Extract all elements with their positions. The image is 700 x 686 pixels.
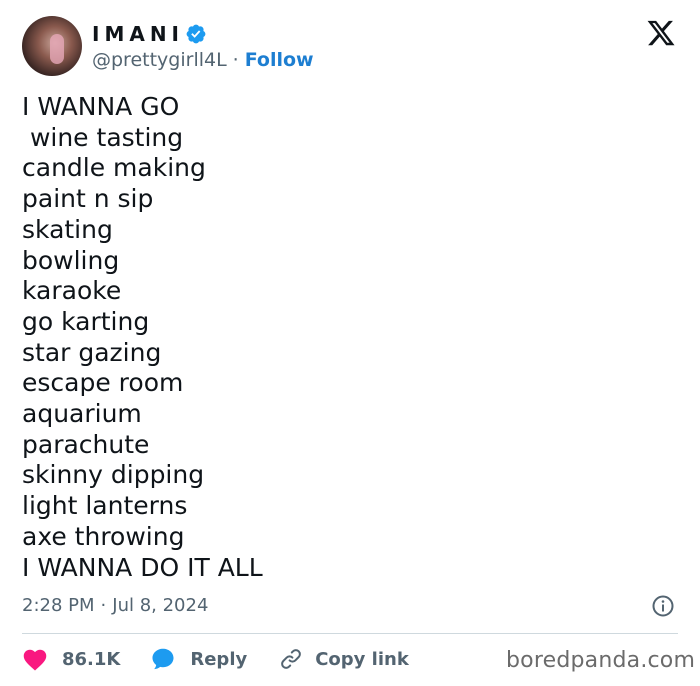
- tweet-line: candle making: [22, 153, 206, 183]
- tweet-line: karaoke: [22, 276, 122, 306]
- tweet-line: axe throwing: [22, 521, 185, 551]
- link-icon: [281, 649, 302, 669]
- tweet-time: 2:28 PM: [22, 595, 95, 616]
- tweet-line: aquarium: [22, 399, 142, 429]
- tweet-line: paint n sip: [22, 184, 154, 214]
- copy-link-label: Copy link: [315, 648, 409, 670]
- like-button[interactable]: 86.1K: [22, 647, 120, 671]
- handle[interactable]: @prettygirll4L: [92, 49, 227, 71]
- tweet-line: light lanterns: [22, 491, 188, 521]
- tweet-line: I WANNA GO: [22, 92, 180, 121]
- timestamp-separator: ·: [100, 595, 107, 616]
- verified-badge-icon: [186, 24, 206, 44]
- tweet-timestamp[interactable]: 2:28 PM · Jul 8, 2024: [22, 595, 208, 616]
- follow-button[interactable]: Follow: [245, 49, 314, 71]
- tweet-line: bowling: [22, 245, 120, 275]
- reply-icon: [152, 648, 174, 670]
- copy-link-button[interactable]: Copy link: [279, 647, 409, 671]
- action-bar: 86.1K Reply Copy link: [22, 645, 409, 673]
- tweet-line: skating: [22, 214, 113, 244]
- reply-label: Reply: [190, 648, 248, 670]
- heart-icon: [23, 649, 47, 671]
- info-icon[interactable]: [651, 594, 675, 618]
- like-count: 86.1K: [62, 648, 121, 670]
- watermark: boredpanda.com: [506, 648, 696, 673]
- tweet-line: parachute: [22, 429, 150, 459]
- author-name-row: IMANI: [92, 21, 207, 47]
- tweet-line: wine tasting: [22, 122, 184, 152]
- divider: [22, 633, 678, 634]
- reply-button[interactable]: Reply: [150, 646, 247, 672]
- tweet-line: skinny dipping: [22, 460, 205, 490]
- handle-separator: ·: [232, 49, 239, 71]
- tweet-text: I WANNA GO wine tasting candle making pa…: [22, 92, 263, 583]
- tweet-line: I WANNA DO IT ALL: [22, 552, 263, 582]
- display-name[interactable]: IMANI: [92, 22, 184, 46]
- avatar[interactable]: [22, 16, 82, 76]
- tweet-line: go karting: [22, 306, 150, 336]
- tweet-date: Jul 8, 2024: [112, 595, 209, 616]
- x-logo-icon[interactable]: [646, 18, 676, 48]
- tweet-card: IMANI @prettygirll4L · Follow I WANNA GO…: [0, 0, 700, 686]
- tweet-line: star gazing: [22, 337, 162, 367]
- handle-row: @prettygirll4L · Follow: [92, 48, 314, 72]
- tweet-line: escape room: [22, 368, 184, 398]
